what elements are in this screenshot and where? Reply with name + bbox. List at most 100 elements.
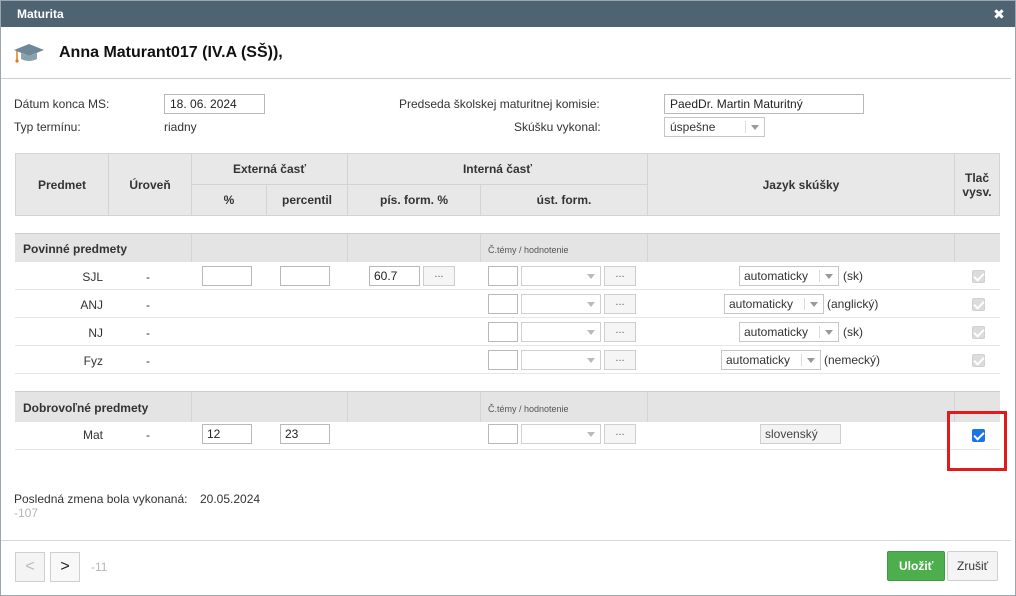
grade-select[interactable] — [521, 294, 601, 314]
exam-result-select[interactable]: úspešne — [664, 117, 765, 137]
topics-label: Č.témy / hodnotenie — [488, 245, 569, 255]
date-label: Dátum konca MS: — [14, 97, 110, 111]
record-counter: -11 — [91, 560, 108, 574]
language-field: slovenský — [760, 424, 841, 444]
chevron-down-icon — [587, 358, 595, 363]
language-select[interactable]: automaticky — [739, 322, 839, 342]
oral-more-button[interactable]: ... — [604, 350, 636, 370]
save-button[interactable]: Uložiť — [887, 551, 946, 581]
language-value: automaticky — [744, 269, 809, 283]
topics-label: Č.témy / hodnotenie — [488, 404, 569, 414]
table-row: Fyz - ... automaticky (nemecký) — [15, 346, 1000, 374]
print-checkbox — [972, 298, 985, 311]
oral-more-button[interactable]: ... — [604, 294, 636, 314]
language-value: automaticky — [729, 297, 794, 311]
last-change-id: -107 — [14, 506, 39, 520]
percent-input[interactable]: 12 — [202, 424, 252, 444]
next-button[interactable]: > — [50, 552, 80, 582]
language-code: (sk) — [843, 325, 863, 339]
last-change-label: Posledná zmena bola vykonaná: — [14, 492, 188, 506]
subject-level: - — [146, 298, 150, 312]
col-language: Jazyk skúšky — [647, 153, 955, 216]
language-select[interactable]: automaticky — [739, 266, 839, 286]
exam-result-value: úspešne — [670, 120, 716, 134]
chevron-down-icon — [807, 358, 815, 363]
grade-select[interactable] — [521, 322, 601, 342]
percentile-input[interactable]: 23 — [280, 424, 330, 444]
col-print: Tlač vysv. — [954, 153, 1000, 216]
subject-level: - — [146, 326, 150, 340]
subject-name: Fyz — [83, 354, 103, 368]
section-mandatory: Povinné predmety Č.témy / hodnotenie — [15, 233, 1000, 262]
col-oral: úst. form. — [480, 184, 648, 216]
col-print-line2: vysv. — [962, 184, 992, 199]
grade-select[interactable] — [521, 424, 601, 444]
cancel-button[interactable]: Zrušiť — [947, 551, 999, 581]
section-mandatory-title: Povinné predmety — [23, 242, 128, 256]
chair-field[interactable]: PaedDr. Martin Maturitný — [664, 94, 864, 114]
col-print-line1: Tlač — [964, 170, 989, 185]
grade-select[interactable] — [521, 350, 601, 370]
print-checkbox — [972, 354, 985, 367]
last-change-date: 20.05.2024 — [200, 492, 261, 506]
date-field[interactable]: 18. 06. 2024 — [164, 94, 265, 114]
language-code: (anglický) — [827, 297, 879, 311]
subject-level: - — [146, 428, 150, 442]
topic-input[interactable] — [488, 424, 518, 444]
grade-select[interactable] — [521, 266, 601, 286]
chevron-down-icon — [825, 330, 833, 335]
col-percentile: percentil — [266, 184, 348, 216]
table-row: SJL - 60.7 ... ... automaticky (sk) — [15, 262, 1000, 290]
oral-more-button[interactable]: ... — [604, 322, 636, 342]
section-voluntary: Dobrovoľné predmety Č.témy / hodnotenie — [15, 391, 1000, 422]
language-select[interactable]: automaticky — [724, 294, 824, 314]
subject-level: - — [146, 270, 150, 284]
written-more-button[interactable]: ... — [423, 266, 455, 286]
print-checkbox — [972, 270, 985, 283]
term-value: riadny — [164, 120, 197, 134]
percent-input[interactable] — [202, 266, 252, 286]
grades-table-header: Predmet Úroveň Externá časť Interná časť… — [15, 153, 1000, 216]
oral-more-button[interactable]: ... — [604, 424, 636, 444]
highlight-box — [947, 411, 1007, 471]
col-internal: Interná časť — [347, 153, 648, 185]
topic-input[interactable] — [488, 294, 518, 314]
close-icon[interactable]: ✖ — [991, 6, 1007, 23]
topic-input[interactable] — [488, 350, 518, 370]
subject-name: SJL — [82, 270, 103, 284]
maturita-dialog: Maturita ✖ Anna Maturant017 (IV.A (SŠ)),… — [0, 0, 1016, 596]
col-percent: % — [191, 184, 267, 216]
student-header: Anna Maturant017 (IV.A (SŠ)), — [1, 27, 1011, 79]
dialog-footer: < > -11 Uložiť Zrušiť — [1, 540, 1011, 595]
col-subject: Predmet — [15, 153, 109, 216]
col-external: Externá časť — [191, 153, 348, 185]
topic-input[interactable] — [488, 266, 518, 286]
table-row: Mat - 12 23 ... slovenský — [15, 422, 1000, 450]
chevron-down-icon — [810, 302, 818, 307]
percentile-input[interactable] — [280, 266, 330, 286]
chevron-down-icon — [587, 274, 595, 279]
section-voluntary-title: Dobrovoľné predmety — [23, 401, 149, 415]
language-code: (nemecký) — [824, 353, 881, 367]
topic-input[interactable] — [488, 322, 518, 342]
chevron-down-icon — [587, 432, 595, 437]
language-select[interactable]: automaticky — [721, 350, 821, 370]
dialog-content: Dátum konca MS: 18. 06. 2024 Typ termínu… — [1, 79, 1015, 539]
subject-name: ANJ — [80, 298, 103, 312]
graduation-cap-icon — [14, 43, 44, 63]
print-checkbox — [972, 326, 985, 339]
chevron-down-icon — [587, 302, 595, 307]
written-input[interactable]: 60.7 — [369, 266, 420, 286]
oral-more-button[interactable]: ... — [604, 266, 636, 286]
prev-button[interactable]: < — [15, 552, 45, 582]
table-row: NJ - ... automaticky (sk) — [15, 318, 1000, 346]
col-level: Úroveň — [108, 153, 192, 216]
window-title: Maturita — [17, 7, 64, 21]
title-bar: Maturita ✖ — [1, 1, 1015, 27]
chevron-down-icon — [751, 125, 759, 130]
subject-name: Mat — [82, 428, 103, 442]
col-written: pís. form. % — [347, 184, 481, 216]
chevron-down-icon — [825, 274, 833, 279]
exam-label: Skúšku vykonal: — [514, 120, 601, 134]
student-name: Anna Maturant017 (IV.A (SŠ)), — [59, 43, 283, 61]
